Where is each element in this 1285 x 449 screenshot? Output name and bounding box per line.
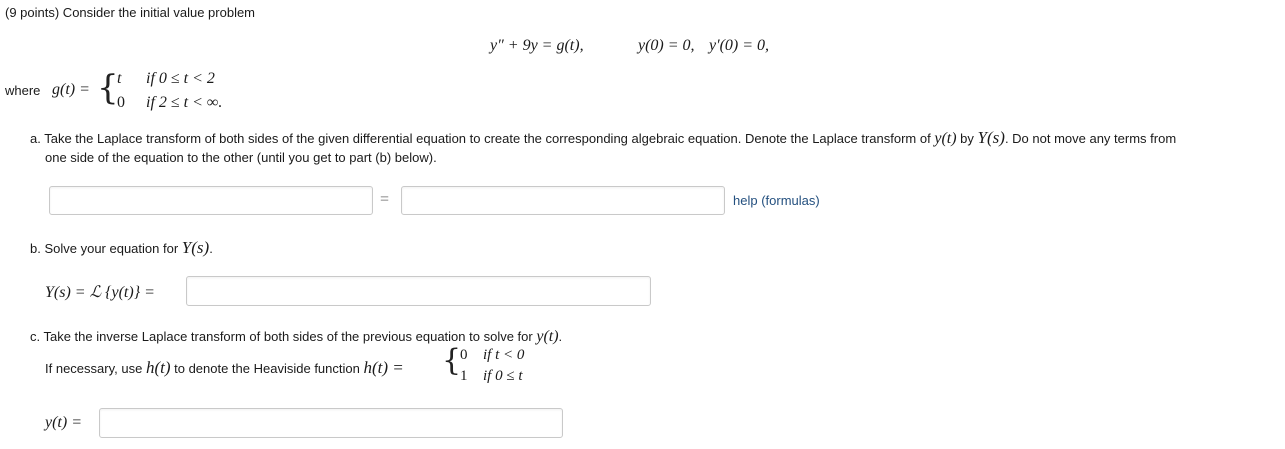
g-case2-value: 0 <box>117 94 125 111</box>
heaviside-brace: { <box>442 343 462 378</box>
g-case2-cond: if 2 ≤ t < ∞. <box>146 94 223 111</box>
problem-header: (9 points) Consider the initial value pr… <box>5 5 256 20</box>
h-case1-value: 0 <box>460 347 468 363</box>
equals-sign: = <box>380 191 390 208</box>
part-a-y-of-t: y(t) <box>934 130 957 147</box>
Y-of-s-input[interactable] <box>186 276 651 306</box>
heaviside-text: If necessary, use <box>45 361 143 376</box>
h-case1-cond: if t < 0 <box>483 347 525 363</box>
heaviside-h-of-t: h(t) <box>145 358 171 377</box>
part-a-instructions-line2: one side of the equation to the other (u… <box>45 150 437 165</box>
part-a-text-end: . Do not move any terms from <box>1004 131 1177 146</box>
part-b-Y-of-s: Y(s) <box>181 238 210 257</box>
ivp-equation: y″ + 9y = g(t), <box>490 37 584 54</box>
part-a-text: a. Take the Laplace transform of both si… <box>30 131 931 146</box>
part-b-instructions: b. Solve your equation for Y(s). <box>30 238 213 258</box>
heaviside-note: If necessary, use h(t) to denote the Hea… <box>45 358 404 378</box>
initial-condition-y: y(0) = 0, <box>638 37 695 54</box>
h-case2-value: 1 <box>460 368 468 384</box>
laplace-rhs-input[interactable] <box>401 186 725 215</box>
heaviside-text2: to denote the Heaviside function <box>174 361 360 376</box>
laplace-lhs-input[interactable] <box>49 186 373 215</box>
part-c-y-of-t: y(t) <box>536 328 559 345</box>
piecewise-brace: { <box>97 68 119 108</box>
g-case1-value: t <box>117 70 122 87</box>
part-c-text: c. Take the inverse Laplace transform of… <box>30 329 533 344</box>
part-a-Y-of-s: Y(s) <box>977 128 1005 147</box>
part-c-period: . <box>558 329 563 344</box>
where-label: where <box>5 83 41 98</box>
g-lhs: g(t) = <box>52 81 90 98</box>
part-a-by: by <box>960 131 974 146</box>
heaviside-lhs: h(t) = <box>363 358 404 377</box>
initial-condition-yprime: y′(0) = 0, <box>709 37 770 54</box>
part-b-text: b. Solve your equation for <box>30 241 179 256</box>
part-b-lhs: Y(s) = ℒ {y(t)} = <box>45 284 155 301</box>
part-c-lhs: y(t) = <box>45 414 82 431</box>
part-b-period: . <box>209 241 213 256</box>
help-formulas-link[interactable]: help (formulas) <box>733 193 820 208</box>
g-case1-cond: if 0 ≤ t < 2 <box>146 70 215 87</box>
part-c-instructions: c. Take the inverse Laplace transform of… <box>30 328 562 346</box>
y-of-t-input[interactable] <box>99 408 563 438</box>
part-a-instructions: a. Take the Laplace transform of both si… <box>30 128 1176 148</box>
h-case2-cond: if 0 ≤ t <box>483 368 523 384</box>
